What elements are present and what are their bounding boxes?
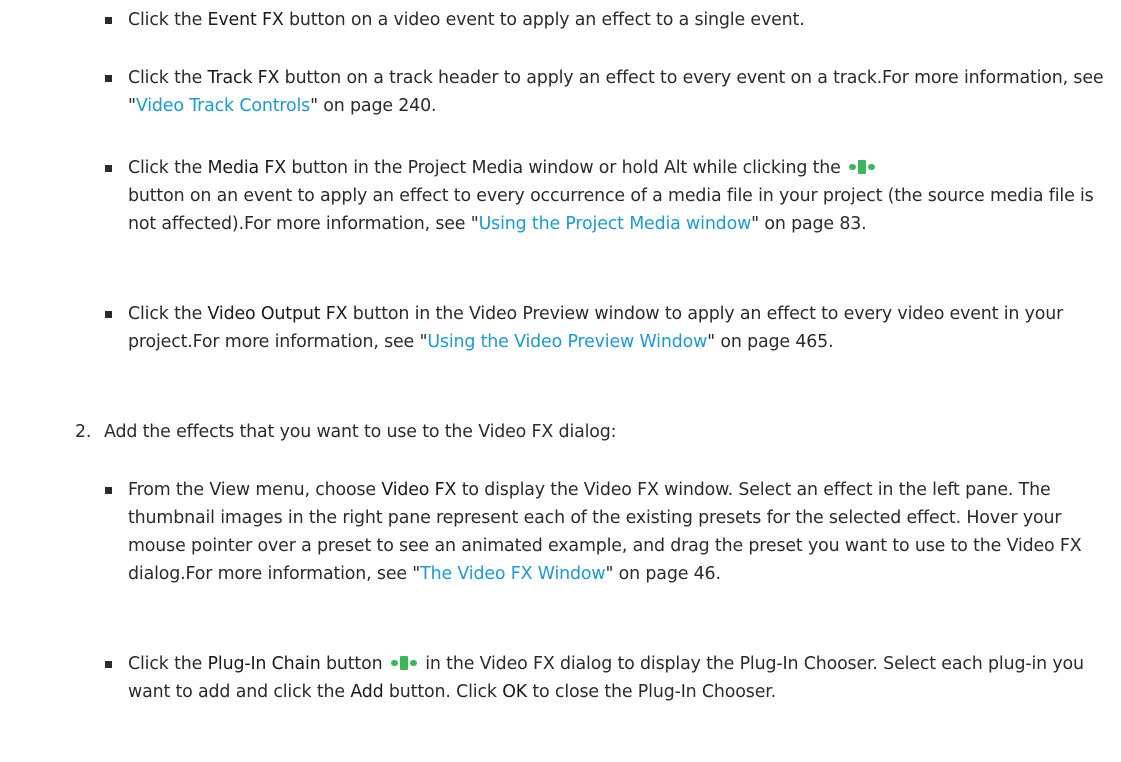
step-number: 2. [75,422,92,442]
link-using-video-preview-window[interactable]: Using the Video Preview Window [427,332,707,352]
list-item-text: Click the Event FX button on a video eve… [128,10,805,30]
list-item: Click the Media FX button in the Project… [105,154,1105,238]
bullet-marker [105,165,112,172]
bullet-marker [105,75,112,82]
ui-term: Event FX [207,10,284,30]
link-video-track-controls[interactable]: Video Track Controls [136,96,310,116]
list-item: Click the Event FX button on a video eve… [105,6,1105,34]
list-item-text: From the View menu, choose Video FX to d… [128,480,1082,584]
list-item-text: Click the Track FX button on a track hea… [128,68,1104,116]
list-item-text: Click the Plug-In Chain button in the Vi… [128,654,1084,702]
list-item-text: Click the Media FX button in the Project… [128,158,1094,234]
list-item-text: Click the Video Output FX button in the … [128,304,1064,352]
ui-term: Video FX [381,480,457,500]
ui-term: Plug-In Chain [207,654,321,674]
bullet-marker [105,17,112,24]
ui-term: Media FX [207,158,287,178]
bullet-marker [105,311,112,318]
plug-in-chain-icon [390,655,418,671]
list-item: From the View menu, choose Video FX to d… [105,476,1105,588]
bullet-marker [105,661,112,668]
list-item: Click the Plug-In Chain button in the Vi… [105,650,1105,706]
bullet-marker [105,487,112,494]
document-page: Click the Event FX button on a video eve… [0,0,1121,762]
list-item: Click the Video Output FX button in the … [105,300,1105,356]
link-video-fx-window[interactable]: The Video FX Window [420,564,605,584]
ui-term: OK [502,682,527,702]
ui-term: Track FX [207,68,280,88]
plug-in-chain-icon [848,159,876,175]
link-using-project-media-window[interactable]: Using the Project Media window [479,214,752,234]
step-text: Add the effects that you want to use to … [104,422,617,442]
list-item: Click the Track FX button on a track hea… [105,64,1105,120]
ui-term: Video Output FX [207,304,348,324]
ui-term: Add [350,682,384,702]
numbered-step: 2. Add the effects that you want to use … [75,418,1105,446]
